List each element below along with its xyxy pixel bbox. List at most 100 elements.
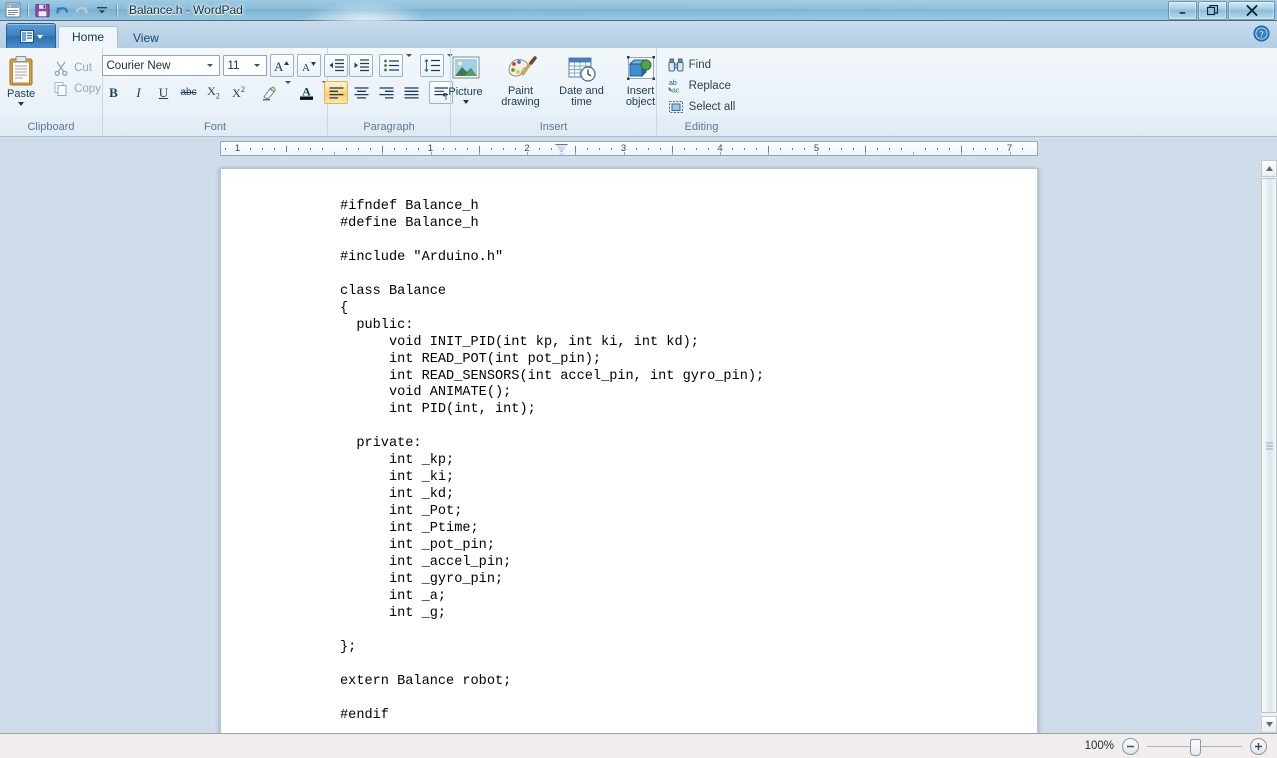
- document-page[interactable]: #ifndef Balance_h #define Balance_h #inc…: [220, 168, 1038, 733]
- superscript-button[interactable]: X2: [227, 81, 251, 104]
- ruler-tick: [358, 148, 360, 150]
- replace-button[interactable]: ab ac Replace: [664, 75, 735, 96]
- ruler-tick: [502, 148, 504, 150]
- strikethrough-button[interactable]: abc: [177, 81, 201, 104]
- shrink-font-icon: A: [302, 61, 316, 74]
- svg-text:ab: ab: [669, 80, 677, 87]
- ruler-tick: [1021, 148, 1023, 150]
- align-left-icon: [329, 86, 343, 99]
- minimize-button[interactable]: ━: [1168, 1, 1197, 20]
- status-bar: 100%: [0, 733, 1277, 758]
- tab-home[interactable]: Home: [58, 26, 119, 48]
- bold-button[interactable]: B: [102, 81, 126, 104]
- help-icon[interactable]: ?: [1253, 25, 1270, 42]
- decrease-indent-button[interactable]: [324, 54, 348, 77]
- document-text[interactable]: #ifndef Balance_h #define Balance_h #inc…: [340, 199, 764, 725]
- ruler-tick: [635, 148, 637, 150]
- ruler-tab-stop: [575, 152, 577, 155]
- hanging-indent-marker[interactable]: [555, 151, 568, 155]
- vertical-scrollbar[interactable]: [1260, 160, 1277, 733]
- picture-button[interactable]: Picture: [441, 53, 491, 104]
- select-all-label: Select all: [688, 100, 736, 113]
- paint-palette-icon: [507, 56, 537, 77]
- ribbon-group-insert: Picture Paint drawing Date and time Inse…: [448, 48, 656, 136]
- paste-button[interactable]: Paste: [0, 53, 47, 106]
- ruler-tab-stop: [816, 152, 818, 155]
- font-family-value: Courier New: [106, 59, 171, 72]
- scroll-down-button[interactable]: [1261, 716, 1277, 733]
- font-color-button[interactable]: A: [295, 81, 319, 104]
- ruler-tick: [454, 148, 456, 150]
- svg-text:A: A: [274, 59, 284, 74]
- italic-button[interactable]: I: [127, 81, 151, 104]
- font-size-chevron-down-icon[interactable]: [251, 64, 264, 67]
- close-button[interactable]: [1228, 1, 1275, 20]
- ruler-tick: [828, 148, 830, 150]
- document-area[interactable]: #ifndef Balance_h #define Balance_h #inc…: [0, 160, 1277, 733]
- ruler-tick: [659, 148, 661, 150]
- ruler-tab-stop: [623, 152, 625, 155]
- subscript-button[interactable]: X2: [202, 81, 226, 104]
- underline-button[interactable]: U: [152, 81, 176, 104]
- font-family-combo[interactable]: Courier New: [101, 55, 220, 76]
- customize-quick-access-icon[interactable]: [92, 2, 112, 19]
- zoom-slider[interactable]: [1147, 738, 1242, 756]
- wordpad-app-icon[interactable]: [3, 2, 23, 19]
- svg-text:?: ?: [1259, 30, 1263, 40]
- find-button[interactable]: Find: [664, 54, 715, 75]
- tab-view[interactable]: View: [120, 27, 172, 48]
- font-family-chevron-down-icon[interactable]: [204, 64, 217, 67]
- clipboard-group-label: Clipboard: [27, 121, 75, 133]
- ruler-tick: [888, 148, 890, 150]
- font-color-icon: A: [300, 85, 313, 100]
- restore-button[interactable]: [1198, 1, 1227, 20]
- grow-font-button[interactable]: A: [269, 54, 294, 77]
- replace-label: Replace: [688, 79, 731, 92]
- horizontal-ruler[interactable]: 1123457: [220, 141, 1038, 156]
- ruler-tick: [852, 148, 854, 150]
- title-bar: Balance.h - WordPad ━: [0, 0, 1277, 21]
- justify-button[interactable]: [399, 81, 423, 104]
- start-list-chevron-down-icon[interactable]: [403, 53, 415, 75]
- paint-drawing-button[interactable]: Paint drawing: [493, 53, 549, 108]
- scroll-up-button[interactable]: [1261, 160, 1277, 177]
- select-all-button[interactable]: Select all: [664, 96, 740, 117]
- ruler-tick: [876, 148, 878, 150]
- calendar-clock-icon: [568, 57, 596, 82]
- zoom-in-button[interactable]: [1250, 737, 1267, 755]
- ruler-tick: [261, 148, 263, 150]
- align-right-button[interactable]: [374, 81, 398, 104]
- ruler-tick: [442, 148, 444, 150]
- zoom-slider-thumb[interactable]: [1190, 738, 1201, 756]
- paste-chevron-down-icon[interactable]: [18, 102, 25, 106]
- application-menu-button[interactable]: [6, 23, 56, 48]
- align-left-button[interactable]: [324, 81, 348, 104]
- ruler-tick: [346, 148, 348, 150]
- ruler-tick: [707, 148, 709, 150]
- date-and-time-button[interactable]: Date and time: [551, 53, 613, 108]
- save-icon[interactable]: [32, 2, 52, 19]
- ribbon-tab-strip: Home View ?: [0, 21, 1277, 48]
- insert-group-label: Insert: [539, 121, 568, 133]
- picture-icon: [452, 56, 479, 79]
- align-center-button[interactable]: [349, 81, 373, 104]
- text-highlight-button[interactable]: [258, 81, 282, 104]
- app-menu-chevron-down-icon: [36, 35, 43, 39]
- ribbon-filler: [746, 48, 1277, 136]
- ruler-tick: [792, 148, 794, 150]
- ruler-tick: [406, 148, 408, 150]
- ruler-tick: [611, 148, 613, 150]
- highlight-chevron-down-icon[interactable]: [282, 80, 294, 102]
- increase-indent-button[interactable]: [349, 54, 373, 77]
- cut-icon: [54, 61, 68, 76]
- window-title: Balance.h - WordPad: [129, 3, 243, 17]
- font-size-combo[interactable]: 11: [222, 55, 267, 76]
- ruler-tab-stop: [527, 152, 528, 155]
- ruler-tab-stop: [430, 152, 432, 155]
- scrollbar-thumb[interactable]: [1261, 178, 1277, 713]
- undo-icon[interactable]: [52, 2, 72, 19]
- zoom-out-button[interactable]: [1122, 737, 1139, 755]
- start-list-button[interactable]: [379, 54, 403, 77]
- picture-chevron-down-icon[interactable]: [462, 100, 469, 104]
- quick-access-toolbar: [0, 2, 121, 19]
